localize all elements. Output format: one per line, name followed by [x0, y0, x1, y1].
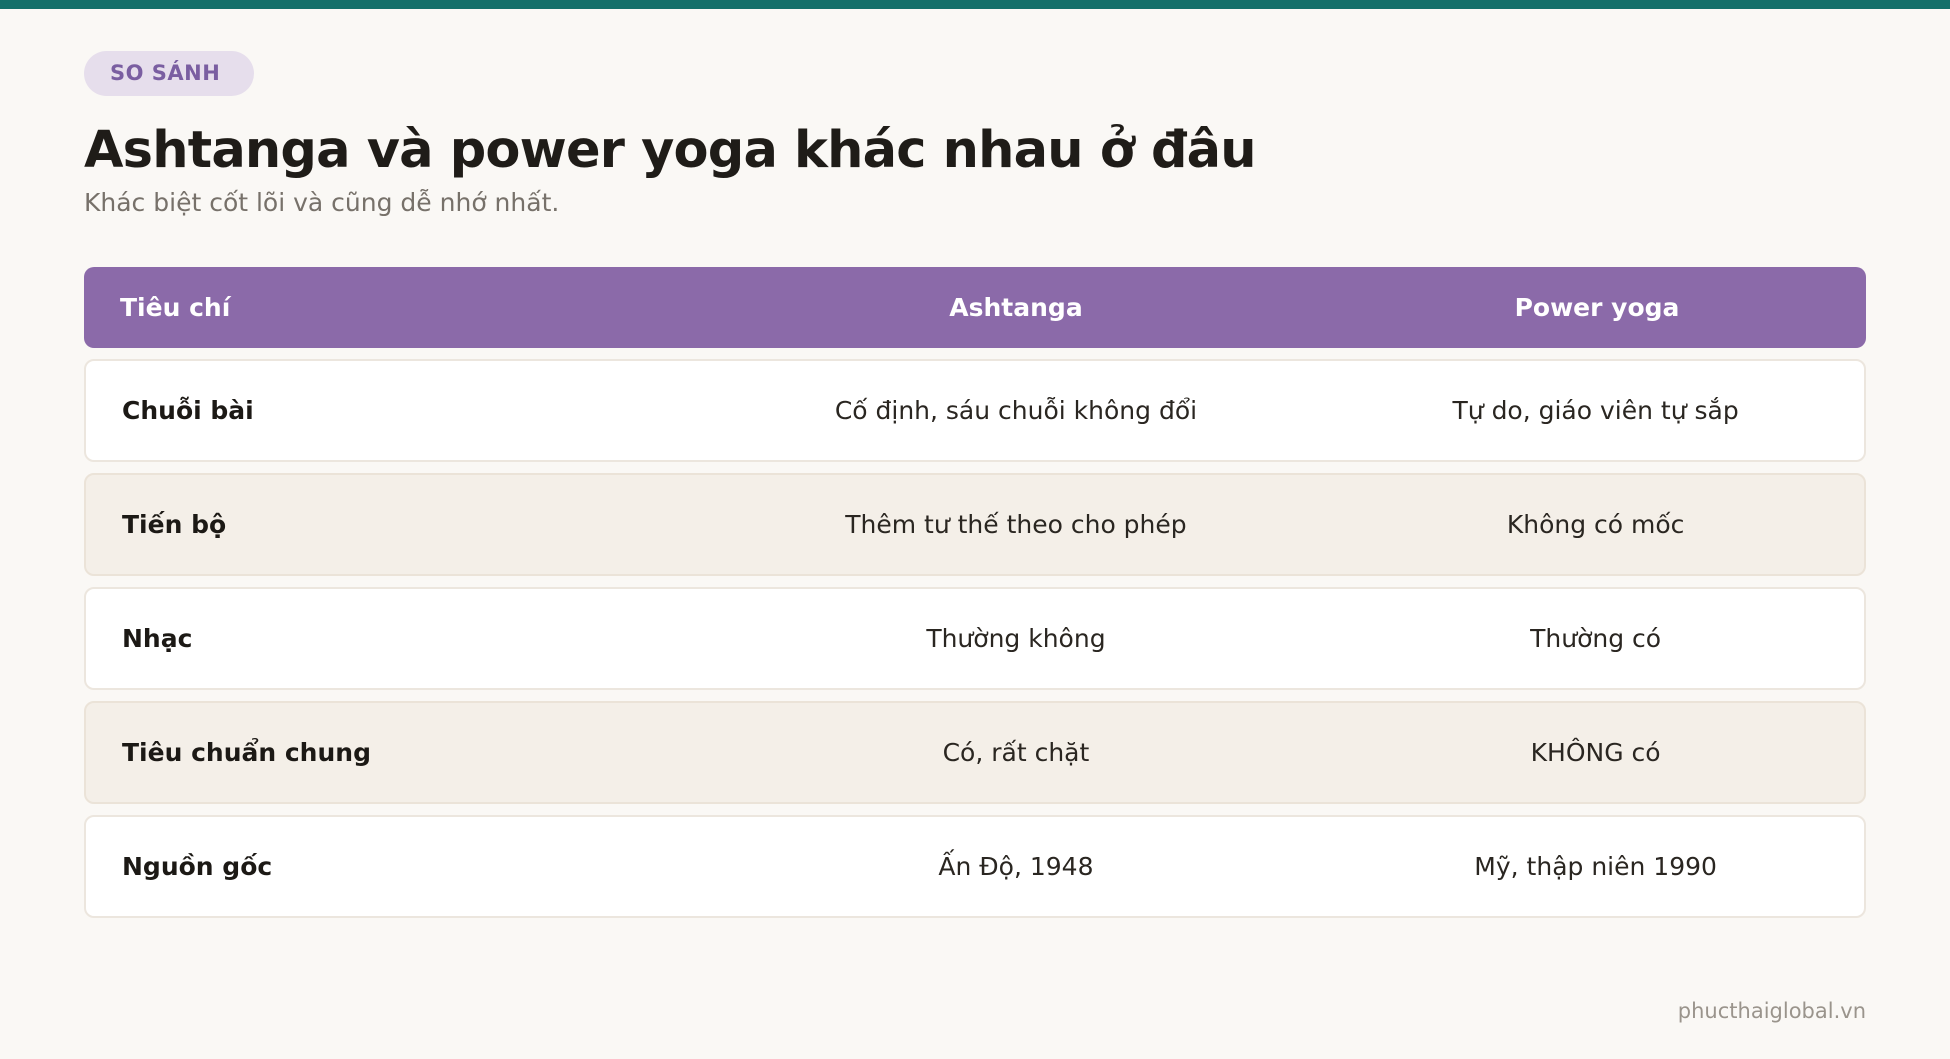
table-row: Tiến bộ Thêm tư thế theo cho phép Không …	[84, 473, 1866, 576]
table-header: Tiêu chí Ashtanga Power yoga	[84, 267, 1866, 348]
row-power-yoga-value: Tự do, giáo viên tự sắp	[1452, 396, 1739, 425]
row-criteria: Nhạc	[122, 624, 193, 653]
row-power-yoga-value: KHÔNG có	[1530, 738, 1661, 767]
row-ashtanga-value: Thường không	[926, 624, 1106, 653]
row-ashtanga-value: Cố định, sáu chuỗi không đổi	[834, 396, 1198, 425]
row-criteria: Nguồn gốc	[122, 852, 273, 881]
table-row: Tiêu chuẩn chung Có, rất chặt KHÔNG có	[84, 701, 1866, 804]
top-accent-bar	[0, 0, 1950, 9]
row-power-yoga-value: Thường có	[1530, 624, 1662, 653]
category-badge: SO SÁNH	[84, 51, 255, 96]
row-power-yoga-value: Mỹ, thập niên 1990	[1474, 852, 1717, 881]
page-title: Ashtanga và power yoga khác nhau ở đâu	[84, 121, 1257, 180]
row-ashtanga-value: Thêm tư thế theo cho phép	[845, 510, 1187, 539]
row-criteria: Chuỗi bài	[122, 396, 254, 425]
row-criteria: Tiến bộ	[122, 510, 227, 539]
column-header-power-yoga: Power yoga	[1514, 293, 1680, 322]
comparison-table: Tiêu chí Ashtanga Power yoga Chuỗi bài C…	[84, 267, 1866, 918]
row-ashtanga-value: Ấn Độ, 1948	[938, 852, 1094, 881]
comparison-slide: SO SÁNH Ashtanga và power yoga khác nhau…	[84, 51, 1866, 918]
site-credit: phucthaiglobal.vn	[1677, 999, 1866, 1023]
row-ashtanga-value: Có, rất chặt	[942, 738, 1090, 767]
table-row: Chuỗi bài Cố định, sáu chuỗi không đổi T…	[84, 359, 1866, 462]
row-criteria: Tiêu chuẩn chung	[122, 738, 371, 767]
row-power-yoga-value: Không có mốc	[1506, 510, 1685, 539]
table-row: Nguồn gốc Ấn Độ, 1948 Mỹ, thập niên 1990	[84, 815, 1866, 918]
table-row: Nhạc Thường không Thường có	[84, 587, 1866, 690]
column-header-ashtanga: Ashtanga	[949, 293, 1083, 322]
page-subtitle: Khác biệt cốt lõi và cũng dễ nhớ nhất.	[84, 188, 560, 217]
column-header-criteria: Tiêu chí	[120, 293, 231, 322]
